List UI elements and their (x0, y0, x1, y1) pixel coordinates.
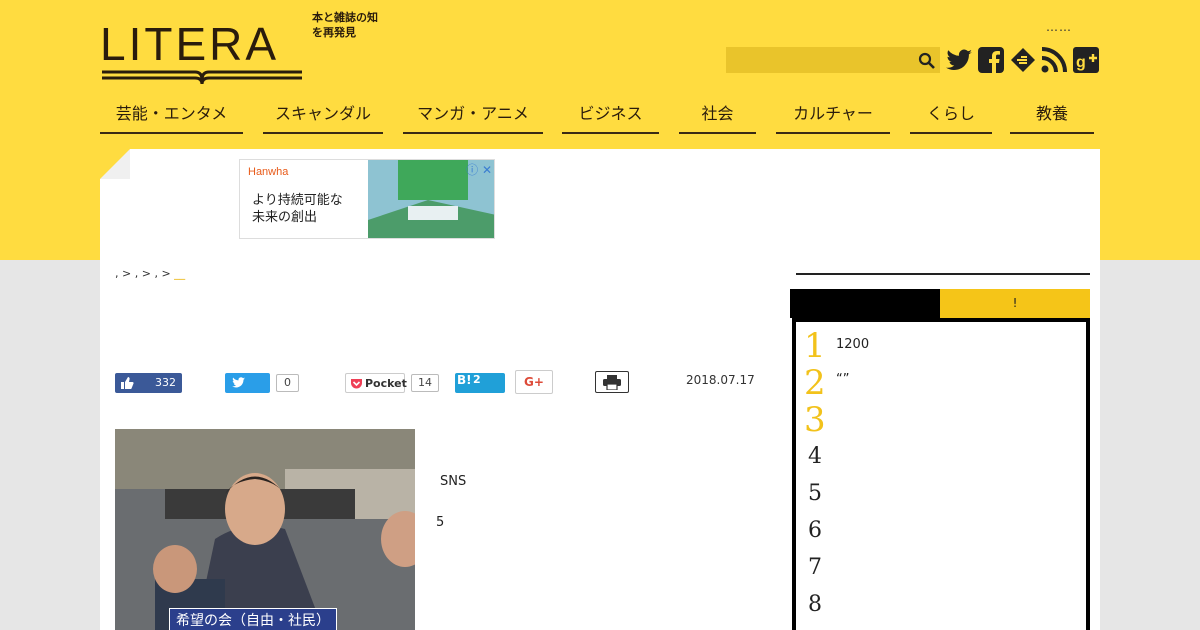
top-links[interactable]: …… (1046, 20, 1072, 34)
pocket-label: Pocket (365, 377, 407, 390)
rank-number: 4 (808, 444, 822, 469)
nav-scandal[interactable]: スキャンダル (263, 100, 383, 134)
tweet-button[interactable] (225, 373, 270, 393)
twitter-icon[interactable] (946, 46, 974, 74)
site-tagline: 本と雑誌の知を再発見 (312, 11, 378, 39)
logo-wordmark: LITERA (100, 18, 280, 70)
article-text-line-2: 5 (436, 515, 445, 530)
hatena-label: B! (457, 373, 472, 387)
hatena-count: 2 (473, 373, 481, 386)
svg-text:g: g (1076, 54, 1086, 71)
thumbs-up-icon (121, 377, 134, 389)
breadcrumb-sep: > (141, 267, 151, 280)
rank-number: 3 (804, 400, 826, 440)
facebook-like-button[interactable]: 332 (115, 373, 182, 393)
rank-number: 8 (808, 592, 822, 617)
breadcrumb-sep: > (122, 267, 132, 280)
pocket-count: 14 (411, 374, 439, 392)
nav-business[interactable]: ビジネス (562, 100, 659, 134)
print-button[interactable] (595, 371, 629, 393)
nav-entertainment[interactable]: 芸能・エンタメ (100, 100, 243, 134)
ad-brand: Hanwha (248, 166, 289, 178)
site-logo[interactable]: LITERA (100, 18, 305, 85)
card-fold-corner (100, 149, 130, 179)
rank-item-title[interactable]: “” (836, 372, 849, 387)
breadcrumb-link[interactable]: , (135, 267, 139, 280)
breadcrumb-link[interactable]: , (115, 267, 119, 280)
ad-close-icon[interactable]: ⓘ ✕ (466, 161, 492, 178)
sidebar-divider (796, 273, 1090, 275)
hatena-bookmark-button[interactable]: B! 2 (455, 373, 505, 393)
article-text-line-1: SNS (440, 474, 467, 489)
publish-date: 2018.07.17 (686, 373, 755, 387)
nav-manga-anime[interactable]: マンガ・アニメ (403, 100, 543, 134)
search-input[interactable] (726, 47, 940, 73)
ranking-list (792, 318, 1090, 630)
printer-icon (603, 375, 621, 390)
breadcrumb: , > , > , > __ (115, 267, 185, 280)
ranking-tabs: ! (790, 289, 1090, 319)
google-plus-icon[interactable]: g (1072, 46, 1100, 74)
rank-item-title[interactable]: 1200 (836, 337, 869, 352)
tab-ranking-secondary[interactable]: ! (940, 289, 1090, 318)
tab-ranking-primary[interactable] (790, 289, 940, 318)
nav-society[interactable]: 社会 (679, 100, 756, 134)
breadcrumb-link[interactable]: , (154, 267, 158, 280)
ad-banner[interactable]: Hanwha より持続可能な未来の創出 ⓘ ✕ (239, 159, 495, 239)
book-logo-icon (102, 70, 302, 85)
rank-number: 1 (804, 326, 826, 366)
nav-life[interactable]: くらし (910, 100, 992, 134)
pocket-icon (351, 379, 362, 389)
search-icon[interactable] (918, 52, 936, 70)
rank-number: 2 (804, 363, 826, 403)
breadcrumb-sep: > (161, 267, 171, 280)
photo-caption: 希望の会（自由・社民） (169, 608, 337, 630)
rank-number: 6 (808, 518, 822, 543)
photo-illustration (115, 429, 415, 630)
nav-education[interactable]: 教養 (1010, 100, 1094, 134)
google-plus-button[interactable]: G+ (515, 370, 553, 394)
tweet-count: 0 (276, 374, 299, 392)
rss-icon[interactable] (1040, 46, 1068, 74)
article-photo[interactable] (115, 429, 415, 630)
rank-number: 7 (808, 555, 822, 580)
ad-text: より持続可能な未来の創出 (252, 193, 343, 225)
rank-number: 5 (808, 481, 822, 506)
twitter-bird-icon (232, 377, 245, 388)
pocket-button[interactable]: Pocket (345, 373, 407, 393)
breadcrumb-current: __ (174, 267, 186, 280)
feedly-icon[interactable] (1009, 46, 1037, 74)
like-count: 332 (155, 376, 176, 389)
nav-culture[interactable]: カルチャー (776, 100, 890, 134)
facebook-icon[interactable] (977, 46, 1005, 74)
